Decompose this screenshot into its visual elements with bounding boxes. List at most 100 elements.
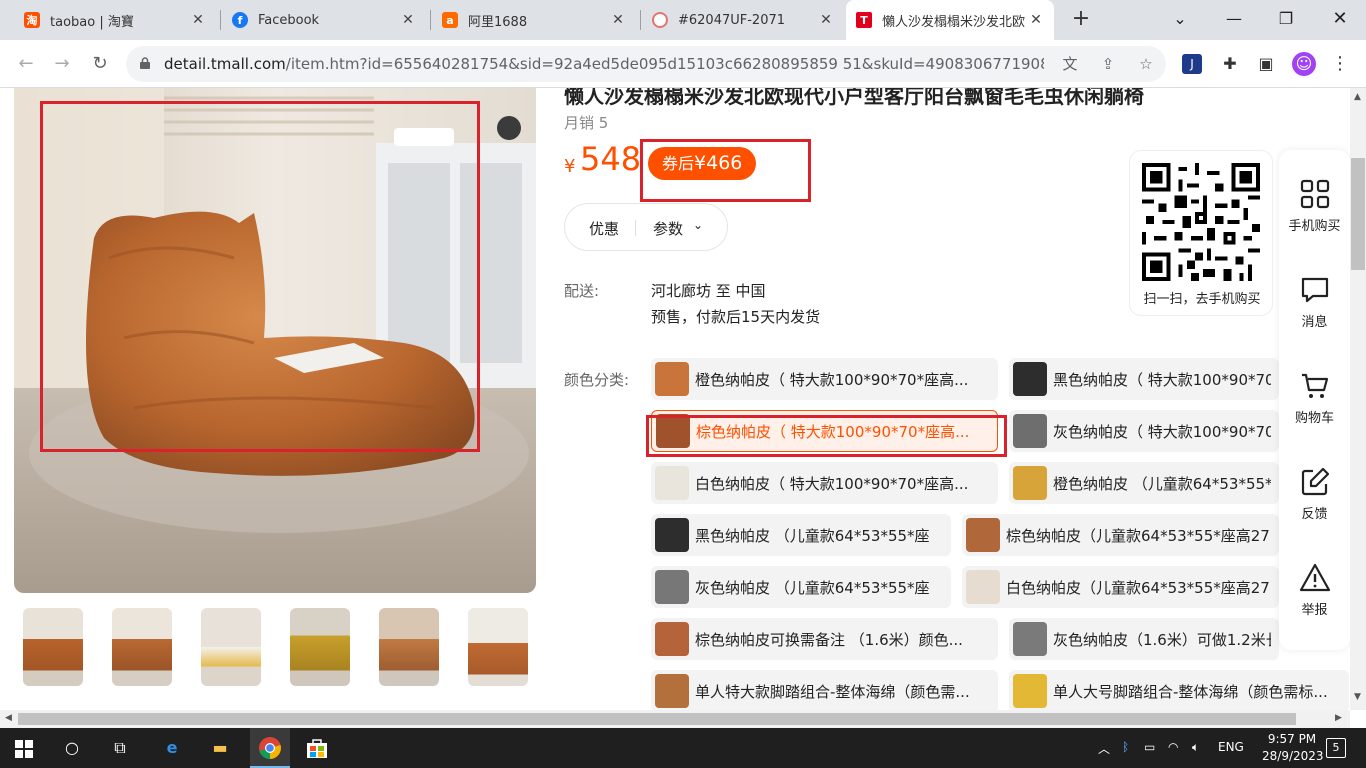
sku-option[interactable]: 灰色纳帕皮（1.6米）可做1.2米长: [1009, 618, 1279, 660]
chrome-icon[interactable]: [258, 736, 282, 760]
side-panel-icon[interactable]: ▣: [1254, 52, 1278, 76]
sku-option[interactable]: 灰色纳帕皮（ 特大款100*90*70: [1009, 410, 1279, 452]
thumbnail-5[interactable]: [379, 608, 439, 686]
tab-taobao[interactable]: 淘 taobao | 淘寶 ✕: [14, 0, 216, 40]
sku-option[interactable]: 橙色纳帕皮 （儿童款64*53*55*: [1009, 462, 1279, 504]
tab-tmall-product[interactable]: T 懶人沙发榻榻米沙发北欧 ✕: [846, 0, 1054, 40]
bookmark-star-icon[interactable]: ☆: [1136, 54, 1156, 74]
forward-button[interactable]: →: [50, 52, 74, 76]
language-indicator[interactable]: ENG: [1218, 740, 1244, 754]
sidebar-item-mobile-buy[interactable]: 手机购买: [1279, 178, 1350, 258]
tab-1688[interactable]: a 阿里1688 ✕: [432, 0, 636, 40]
battery-icon[interactable]: ▭: [1144, 740, 1155, 754]
chevron-down-icon[interactable]: ⌄: [693, 218, 703, 232]
tab-search-chevron-icon[interactable]: ⌄: [1160, 6, 1200, 32]
edge-icon[interactable]: e: [160, 736, 184, 760]
minimize-button[interactable]: —: [1214, 6, 1254, 32]
scroll-right-arrow-icon[interactable]: ▶: [1335, 713, 1342, 723]
sku-option[interactable]: 橙色纳帕皮（ 特大款100*90*70*座高...: [651, 358, 998, 400]
close-icon[interactable]: ✕: [190, 12, 206, 28]
sku-label: 白色纳帕皮（ 特大款100*90*70*座高...: [695, 474, 969, 493]
more-menu-icon[interactable]: ⋮: [1328, 52, 1352, 76]
bluetooth-icon[interactable]: ᛒ: [1122, 740, 1129, 754]
sidebar-item-cart[interactable]: 购物车: [1279, 370, 1350, 450]
sidebar-item-messages[interactable]: 消息: [1279, 274, 1350, 354]
sku-option[interactable]: 白色纳帕皮（儿童款64*53*55*座高27: [962, 566, 1279, 608]
sku-option[interactable]: 白色纳帕皮（ 特大款100*90*70*座高...: [651, 462, 998, 504]
address-bar[interactable]: detail.tmall.com/item.htm?id=65564028175…: [126, 46, 1166, 82]
sku-option[interactable]: 棕色纳帕皮（儿童款64*53*55*座高27: [962, 514, 1279, 556]
thumbnail-1[interactable]: [23, 608, 83, 686]
tab-divider: [640, 10, 641, 30]
search-circle-icon[interactable]: ○: [60, 736, 84, 760]
shipping-note: 预售，付款后15天内发货: [651, 308, 821, 326]
vertical-scroll-thumb[interactable]: [1351, 158, 1365, 270]
restore-button[interactable]: ❐: [1266, 6, 1306, 32]
thumbnail-strip: [14, 606, 539, 686]
notification-center-icon[interactable]: 5: [1326, 738, 1346, 758]
scroll-left-arrow-icon[interactable]: ◀: [5, 713, 12, 723]
close-icon[interactable]: ✕: [818, 12, 834, 28]
sku-option[interactable]: 单人特大款脚踏组合-整体海绵（颜色需...: [651, 670, 998, 710]
url-host: detail.tmall.com: [164, 55, 286, 73]
thumbnail-6[interactable]: [468, 608, 528, 686]
sku-swatch: [1013, 674, 1047, 708]
cart-icon: [1302, 373, 1329, 398]
sku-option[interactable]: 黑色纳帕皮 （儿童款64*53*55*座: [651, 514, 951, 556]
price-currency: ¥: [564, 156, 576, 177]
sku-option[interactable]: 灰色纳帕皮 （儿童款64*53*55*座: [651, 566, 951, 608]
close-icon[interactable]: ✕: [400, 12, 416, 28]
extensions-puzzle-icon[interactable]: ✚: [1218, 52, 1242, 76]
scroll-down-arrow-icon[interactable]: ▼: [1354, 692, 1361, 702]
sku-label: 灰色纳帕皮（1.6米）可做1.2米长: [1053, 630, 1271, 649]
thumbnail-3[interactable]: [201, 608, 261, 686]
sku-option[interactable]: 黑色纳帕皮（ 特大款100*90*70: [1009, 358, 1279, 400]
horizontal-scroll-thumb[interactable]: [18, 713, 1296, 725]
sidebar-item-feedback[interactable]: 反馈: [1279, 466, 1350, 546]
tab-order[interactable]: #62047UF-2071 ✕: [642, 0, 844, 40]
task-view-icon[interactable]: ⧉: [108, 736, 132, 760]
tab-divider: [430, 10, 431, 30]
discount-tab[interactable]: 优惠: [589, 218, 619, 239]
sku-option[interactable]: 棕色纳帕皮可换需备注 （1.6米）颜色...: [651, 618, 998, 660]
shipping-route: 河北廊坊 至 中国: [651, 282, 766, 300]
file-explorer-icon[interactable]: ▬: [208, 736, 232, 760]
new-tab-button[interactable]: +: [1068, 6, 1094, 32]
translate-icon[interactable]: 文: [1060, 54, 1080, 74]
scroll-up-arrow-icon[interactable]: ▲: [1354, 92, 1361, 102]
sku-swatch: [966, 518, 1000, 552]
windows-taskbar: ○ ⧉ e ▬ ︿ ᛒ ▭ ◠ 🔈︎ ENG 9:57 PM 28/9/2023…: [0, 728, 1366, 768]
sku-swatch: [655, 518, 689, 552]
sku-label: 白色纳帕皮（儿童款64*53*55*座高27: [1006, 578, 1270, 597]
reload-button[interactable]: ↻: [88, 52, 112, 76]
thumbnail-2[interactable]: [112, 608, 172, 686]
taskbar-clock[interactable]: 9:57 PM 28/9/2023: [1262, 731, 1324, 765]
back-button[interactable]: ←: [14, 52, 38, 76]
qr-code-card: 扫一扫，去手机购买: [1129, 150, 1273, 316]
windows-start-icon[interactable]: [15, 740, 33, 758]
highlight-box-main-image: [40, 101, 480, 452]
thumbnail-4[interactable]: [290, 608, 350, 686]
sku-swatch: [1013, 414, 1047, 448]
qr-caption: 扫一扫，去手机购买: [1143, 292, 1261, 307]
profile-avatar[interactable]: ☺: [1292, 52, 1316, 76]
sidebar-item-report[interactable]: 举报: [1279, 562, 1350, 642]
close-icon[interactable]: ✕: [610, 12, 626, 28]
sku-option[interactable]: 单人大号脚踏组合-整体海绵（颜色需标...: [1009, 670, 1349, 710]
volume-icon[interactable]: 🔈︎: [1192, 740, 1199, 755]
close-icon[interactable]: ✕: [1028, 12, 1044, 28]
tray-chevron-icon[interactable]: ︿: [1098, 740, 1110, 757]
store-icon[interactable]: [306, 737, 328, 759]
sku-label: 棕色纳帕皮可换需备注 （1.6米）颜色...: [695, 630, 963, 649]
share-icon[interactable]: ⇪: [1098, 54, 1118, 74]
extension-icon[interactable]: J: [1182, 54, 1202, 74]
wifi-icon[interactable]: ◠: [1168, 740, 1178, 754]
params-tab[interactable]: 参数: [653, 218, 683, 239]
sku-label: 单人特大款脚踏组合-整体海绵（颜色需...: [695, 682, 970, 701]
tab-divider: [220, 10, 221, 30]
close-window-button[interactable]: ✕: [1320, 6, 1360, 32]
pill-divider: [635, 220, 636, 236]
url-text[interactable]: detail.tmall.com/item.htm?id=65564028175…: [164, 55, 1044, 73]
edit-icon: [1301, 467, 1330, 496]
tab-facebook[interactable]: f Facebook ✕: [222, 0, 426, 40]
